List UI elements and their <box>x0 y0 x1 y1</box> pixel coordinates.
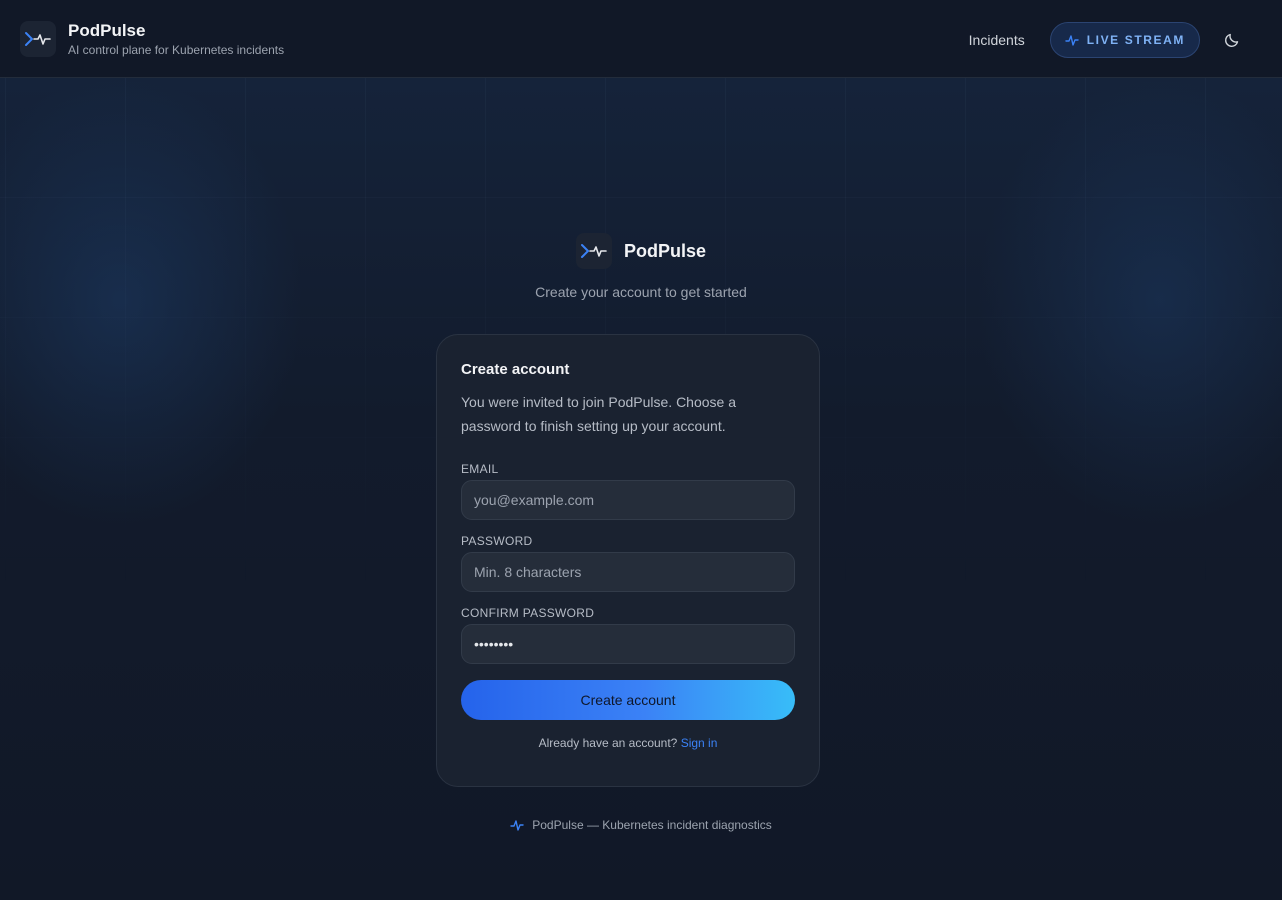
create-account-button[interactable]: Create account <box>461 680 795 720</box>
moon-icon <box>1224 33 1239 48</box>
password-field-group: PASSWORD <box>461 534 795 592</box>
card-description: You were invited to join PodPulse. Choos… <box>461 394 736 434</box>
app-title: PodPulse <box>68 20 146 40</box>
header-brand[interactable]: PodPulse AI control plane for Kubernetes… <box>20 20 285 57</box>
signin-prompt: Already have an account? <box>538 736 678 750</box>
hero-subtitle: Create your account to get started <box>535 284 747 300</box>
email-label: EMAIL <box>461 462 499 476</box>
theme-toggle-button[interactable] <box>1222 30 1242 50</box>
live-stream-button[interactable]: LIVE STREAM <box>1049 22 1200 58</box>
live-stream-label: LIVE STREAM <box>1086 33 1185 47</box>
create-account-card: Create account You were invited to join … <box>436 334 820 787</box>
signin-link[interactable]: Sign in <box>681 736 718 750</box>
hero-brand: PodPulse <box>0 233 1282 269</box>
page-footer: PodPulse — Kubernetes incident diagnosti… <box>0 818 1282 832</box>
email-field-group: EMAIL <box>461 462 795 520</box>
password-label: PASSWORD <box>461 534 533 548</box>
app-subtitle: AI control plane for Kubernetes incident… <box>68 42 285 57</box>
activity-icon <box>1065 35 1079 46</box>
hero-title: PodPulse <box>623 240 707 261</box>
confirm-password-label: CONFIRM PASSWORD <box>461 606 595 620</box>
card-title: Create account <box>461 361 570 378</box>
nav-incidents-link[interactable]: Incidents <box>969 32 1025 48</box>
top-nav: Incidents LIVE STREAM <box>969 22 1242 58</box>
signin-row: Already have an account? Sign in <box>461 736 795 750</box>
confirm-password-field-group: CONFIRM PASSWORD <box>461 606 795 664</box>
footer-text: PodPulse — Kubernetes incident diagnosti… <box>532 818 772 832</box>
hero-logo-icon <box>575 233 612 269</box>
activity-icon <box>510 820 524 831</box>
logo-icon <box>20 20 56 57</box>
email-input[interactable] <box>461 480 795 520</box>
confirm-password-input[interactable] <box>461 624 795 664</box>
password-input[interactable] <box>461 552 795 592</box>
app-header: PodPulse AI control plane for Kubernetes… <box>0 0 1282 78</box>
